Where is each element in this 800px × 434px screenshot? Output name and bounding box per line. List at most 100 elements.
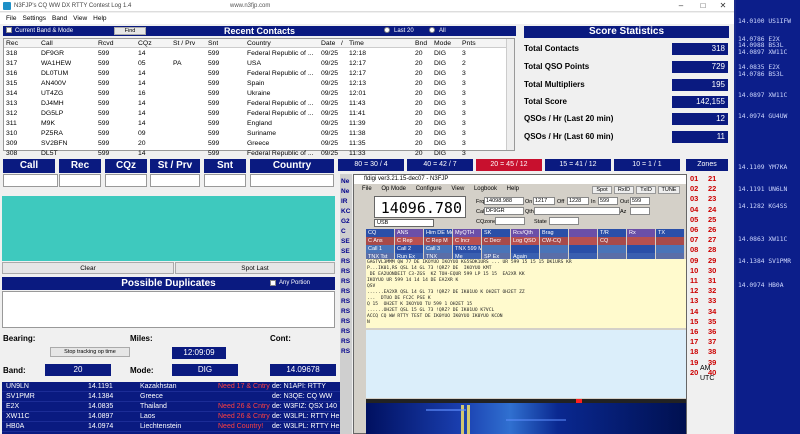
col-mode[interactable]: Mode [434,39,451,48]
macro-button[interactable]: Log QSO [511,237,539,245]
table-row[interactable]: 311 M9K 599 14 599 England 09/25 11:39 20 DIG 3 [4,119,514,129]
band-tab[interactable]: 10 = 1 / 1 [614,159,680,171]
col-country[interactable]: Country [247,39,271,48]
macro-button[interactable]: Rx [627,229,655,237]
any-portion-checkbox[interactable] [270,280,276,287]
col-time[interactable]: Time [349,39,364,48]
macro-button[interactable]: Call 3 [424,245,452,253]
macro-button[interactable]: TNX 599 M [453,245,481,253]
menu-band[interactable]: Band [52,15,67,22]
fldigi-tx-text[interactable] [366,330,686,398]
all-radio[interactable] [429,27,435,34]
packet-spot-row[interactable]: HB0A 14.0974 Liechtenstein Need Country! de:… [2,422,349,432]
az-input[interactable] [630,207,650,215]
macro-button[interactable] [656,237,684,245]
macro-button[interactable]: CQ [598,237,626,245]
macro-button[interactable]: Him DE Me [424,229,452,237]
macro-button[interactable]: C Decr [482,237,510,245]
macro-button[interactable]: CW-CQ [540,237,568,245]
col-rec[interactable]: Rec [6,39,18,48]
fldigi-frequency-display[interactable]: 14096.780 [374,196,466,218]
band-tab[interactable]: 20 = 45 / 12 [476,159,542,171]
table-row[interactable]: 309 SV2BFN 599 20 599 Greece 09/25 11:35 20 DIG 3 [4,139,514,149]
fldigi-menu-view[interactable]: View [451,186,464,192]
table-row[interactable]: 316 DL0TUM 599 14 599 Federal Republic of ...… [4,69,514,79]
macro-button[interactable] [569,237,597,245]
menu-file[interactable]: File [6,15,16,22]
macro-button[interactable] [598,245,626,253]
off-input[interactable]: 1228 [567,197,589,205]
maximize-icon[interactable]: □ [692,0,714,12]
macro-button[interactable] [569,245,597,253]
col-rcvd[interactable]: Rcvd [98,39,114,48]
macro-button[interactable] [511,245,539,253]
col-cqz[interactable]: CQz [138,39,152,48]
band-tab[interactable]: 15 = 41 / 12 [545,159,611,171]
call-input[interactable] [3,174,58,187]
grid-scrollbar[interactable] [506,39,514,150]
table-row[interactable]: 318 DF9GR 599 14 599 Federal Republic of ... 0… [4,49,514,59]
out-input[interactable]: 599 [630,197,650,205]
rec-input[interactable] [59,174,101,187]
macro-button[interactable]: C Rep M [424,237,452,245]
txid-button[interactable]: TxID [636,186,656,194]
recent-contacts-grid[interactable]: Rec Call Rcvd CQz St / Prv Snt Country D… [3,38,515,157]
fldigi-menu-file[interactable]: File [362,186,372,192]
macro-button[interactable]: C Ans [366,237,394,245]
macro-button[interactable] [569,229,597,237]
cqz-input[interactable] [105,174,147,187]
country-input[interactable] [250,174,334,187]
macro-button[interactable]: Rcv/Qth [511,229,539,237]
table-row[interactable]: 315 AN400V 599 14 599 Spain 09/25 12:13 20 DIG 3 [4,79,514,89]
spot-last-button[interactable]: Spot Last [175,262,335,274]
macro-button[interactable] [540,245,568,253]
macro-button[interactable]: MyQTH [453,229,481,237]
col-date[interactable]: Date [321,39,335,48]
col-pnts[interactable]: Pnts [462,39,476,48]
clear-button[interactable]: Clear [2,262,174,274]
close-icon[interactable]: ✕ [712,0,734,12]
snt-input[interactable] [204,174,246,187]
macro-button[interactable]: Call 1 [366,245,394,253]
col-st-prv[interactable]: St / Prv [173,39,195,48]
frq-input[interactable]: 14098.988 [484,197,524,205]
spot-button[interactable]: Spot [592,186,612,194]
packet-spot-row[interactable]: SV1PMR 14.1384 Greece de: N3QE: CQ WW [2,392,349,402]
last20-radio[interactable] [384,27,390,34]
table-row[interactable]: 308 DL5T 599 14 599 Federal Republic of ... 09… [4,149,514,159]
macro-button[interactable]: C Incr [453,237,481,245]
tune-button[interactable]: TUNE [658,186,680,194]
macro-button[interactable]: TX [656,229,684,237]
rxid-button[interactable]: RxID [614,186,634,194]
packet-spots[interactable]: UN9LN 14.1191 Kazakhstan Need 17 & Cntry! de… [2,382,349,434]
zones-button[interactable]: Zones [686,159,728,171]
packet-spot-row[interactable]: XW11C 14.0897 Laos Need 26 & Cntry! de: W3LP… [2,412,349,422]
fldigi-menu-help[interactable]: Help [507,186,519,192]
in-input[interactable]: 599 [598,197,618,205]
state-input[interactable] [549,217,579,225]
stop-tracking-button[interactable]: Stop tracking op time [50,347,130,357]
fldigi-mode-select[interactable]: USB [374,219,434,227]
duplicates-list[interactable] [2,291,335,328]
find-button[interactable]: Find [114,27,146,35]
macro-button[interactable]: ANS [395,229,423,237]
macro-button[interactable]: T/R [598,229,626,237]
table-row[interactable]: 310 PZ5RA 599 09 599 Suriname 09/25 11:38 20 DIG 3 [4,129,514,139]
table-row[interactable]: 312 DG5LP 599 14 599 Federal Republic of ... 0… [4,109,514,119]
col-snt[interactable]: Snt [208,39,218,48]
macro-button[interactable] [656,245,684,253]
band-tab[interactable]: 40 = 42 / 7 [407,159,473,171]
current-band-checkbox[interactable] [6,27,12,34]
on-input[interactable]: 1217 [533,197,555,205]
minimize-icon[interactable]: – [670,0,692,12]
macro-button[interactable] [627,237,655,245]
macro-button[interactable] [482,245,510,253]
menu-help[interactable]: Help [93,15,106,22]
macro-button[interactable]: SK [482,229,510,237]
menu-view[interactable]: View [73,15,87,22]
table-row[interactable]: 317 WA1HEW 599 05 PA 599 USA 09/25 12:17 20 DIG 2 [4,59,514,69]
fldigi-menu-configure[interactable]: Configure [416,186,442,192]
macro-button[interactable]: C Rep [395,237,423,245]
macro-button[interactable]: Brag [540,229,568,237]
st-prv-input[interactable] [150,174,200,187]
